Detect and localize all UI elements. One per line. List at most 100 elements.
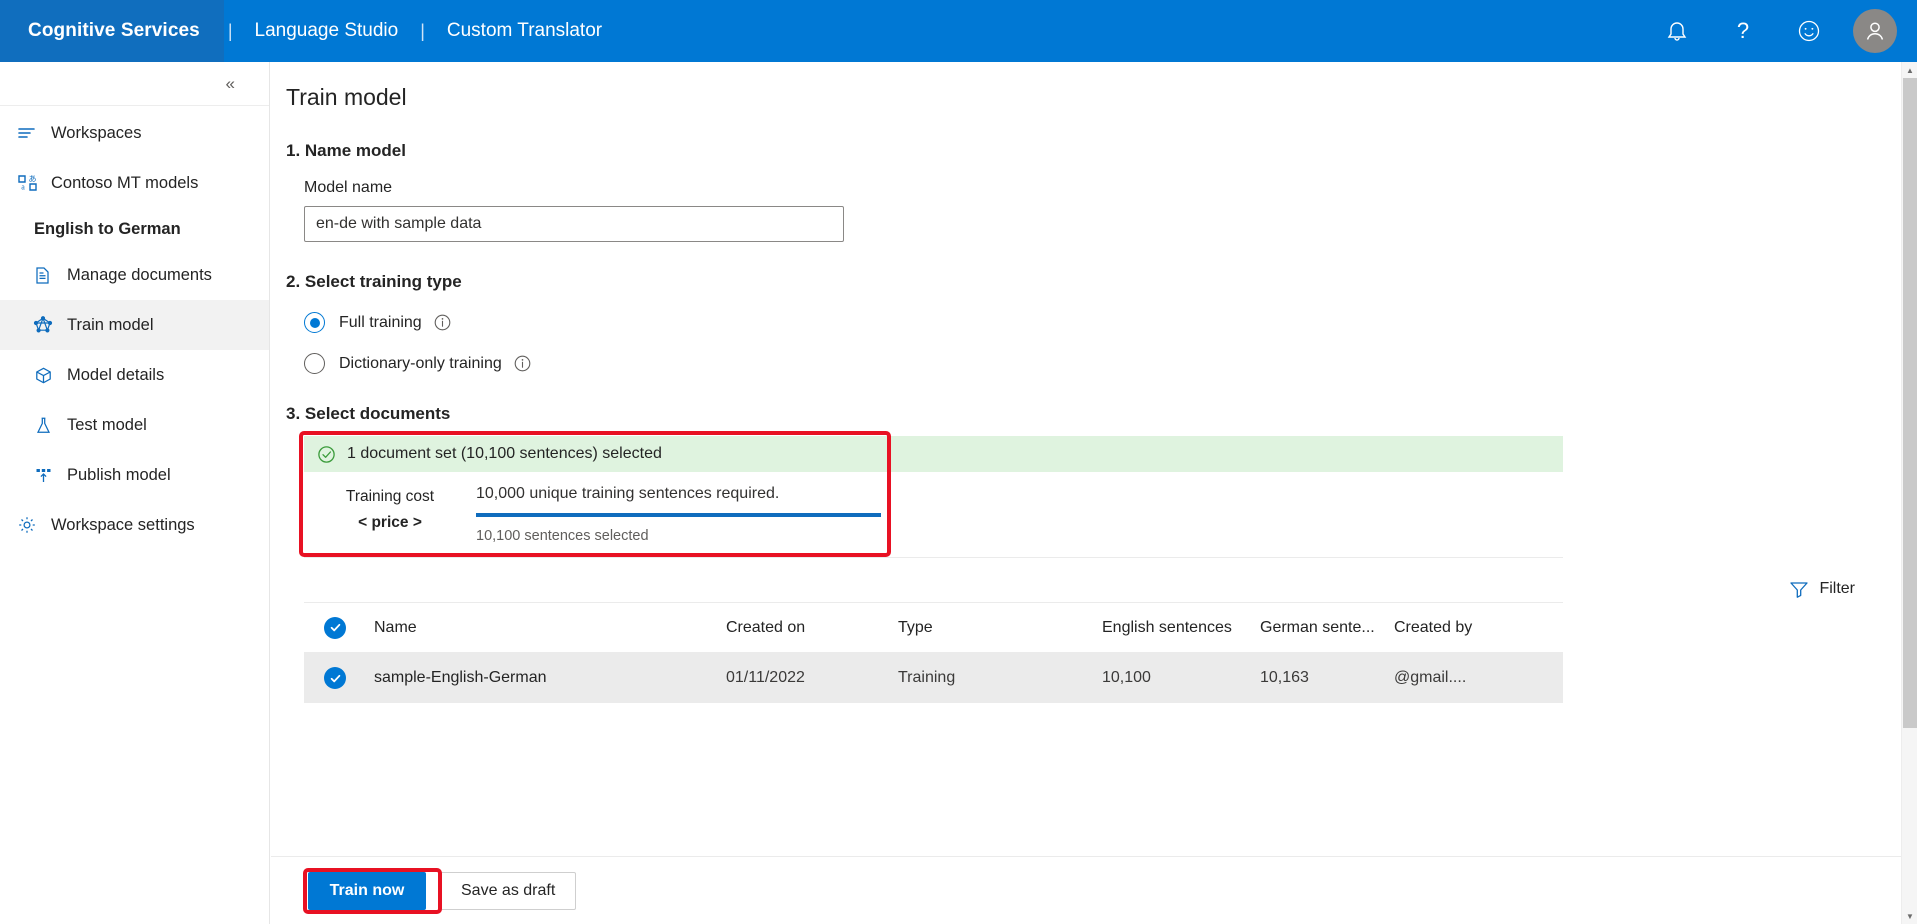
nav-separator-2: | (420, 20, 425, 41)
sidebar-item-test-model[interactable]: Test model (0, 400, 269, 450)
selection-status-banner: 1 document set (10,100 sentences) select… (304, 436, 1563, 472)
model-name-input[interactable] (304, 206, 844, 242)
radio-full-training-control[interactable] (304, 312, 325, 333)
top-navigation-bar: Cognitive Services | Language Studio | C… (0, 0, 1917, 62)
svg-text:あ: あ (28, 174, 36, 183)
table-header-row: Name Created on Type English sentences G… (304, 603, 1563, 653)
page-title: Train model (286, 84, 407, 110)
filter-button[interactable]: Filter (1787, 576, 1857, 602)
sidebar-item-model-details[interactable]: Model details (0, 350, 269, 400)
train-icon (26, 315, 60, 335)
column-header-type[interactable]: Type (898, 619, 1102, 637)
sidebar-item-label: Test model (67, 415, 147, 434)
table-row[interactable]: sample-English-German 01/11/2022 Trainin… (304, 653, 1563, 703)
step-2-heading: 2. Select training type (286, 272, 462, 291)
step-3-heading: 3. Select documents (286, 404, 451, 423)
models-icon: a あ (10, 173, 44, 194)
document-icon (26, 266, 60, 285)
sidebar-item-manage-documents[interactable]: Manage documents (0, 250, 269, 300)
sentence-progress-bar (476, 513, 881, 517)
step-1-heading: 1. Name model (286, 141, 406, 160)
sidebar-item-label: Train model (67, 315, 154, 334)
training-cost-block: Training cost < price > (304, 485, 476, 544)
sidebar-item-label: Contoso MT models (51, 173, 199, 192)
brand-cognitive-services[interactable]: Cognitive Services (0, 0, 224, 62)
selection-status-text: 1 document set (10,100 sentences) select… (347, 445, 662, 462)
sidebar-group-label: English to German (34, 219, 181, 238)
row-checkbox[interactable] (304, 667, 366, 689)
sentence-progress-fill (476, 513, 881, 517)
box-icon (26, 366, 60, 385)
sentence-requirement-block: 10,000 unique training sentences require… (476, 485, 1563, 544)
sidebar-item-label: Manage documents (67, 265, 212, 284)
sidebar-group-english-to-german: English to German (0, 208, 269, 250)
check-circle-icon (317, 445, 336, 464)
action-footer: Train now Save as draft (271, 856, 1901, 924)
radio-dictionary-only-control[interactable] (304, 353, 325, 374)
scroll-down-arrow[interactable]: ▼ (1902, 908, 1917, 924)
main-content: Train model 1. Name model Model name 2. … (271, 62, 1901, 924)
page-scrollbar[interactable]: ▲ ▼ (1901, 62, 1917, 924)
training-cost-panel: Training cost < price > 10,000 unique tr… (304, 472, 1563, 558)
document-selection-summary: 1 document set (10,100 sentences) select… (299, 431, 1563, 558)
sidebar-item-train-model[interactable]: Train model (0, 300, 269, 350)
brand-label: Cognitive Services (28, 20, 200, 41)
nav-link-language-studio[interactable]: Language Studio (237, 20, 417, 42)
publish-icon (26, 466, 60, 485)
documents-table: Name Created on Type English sentences G… (304, 602, 1563, 703)
radio-dictionary-only-training[interactable]: Dictionary-only training (271, 353, 1901, 374)
sentence-requirement-text: 10,000 unique training sentences require… (476, 485, 780, 502)
cell-name: sample-English-German (374, 669, 547, 686)
checkbox-checked-icon (324, 616, 346, 639)
filter-bar: Filter (271, 576, 1901, 602)
sidebar-item-label: Publish model (67, 465, 171, 484)
nav-link-custom-translator[interactable]: Custom Translator (429, 20, 620, 42)
sidebar-item-workspace-settings[interactable]: Workspace settings (0, 500, 269, 550)
collapse-sidebar-button[interactable]: « (226, 75, 235, 92)
column-header-name[interactable]: Name (366, 619, 726, 637)
cell-created-by: @gmail.... (1394, 669, 1467, 686)
sidebar: « Workspaces a あ Contoso MT models Engli… (0, 62, 270, 924)
flask-icon (26, 416, 60, 435)
sentences-selected-text: 10,100 sentences selected (476, 528, 649, 544)
sidebar-item-publish-model[interactable]: Publish model (0, 450, 269, 500)
sidebar-item-contoso-mt-models[interactable]: a あ Contoso MT models (0, 158, 269, 208)
training-cost-label: Training cost (345, 488, 435, 505)
info-icon[interactable] (434, 314, 451, 331)
sidebar-item-workspaces[interactable]: Workspaces (0, 108, 269, 158)
info-icon[interactable] (514, 355, 531, 372)
save-as-draft-button[interactable]: Save as draft (440, 871, 577, 910)
cell-english-sentences: 10,100 (1102, 669, 1151, 686)
select-all-checkbox[interactable] (304, 616, 366, 639)
column-header-english-sentences[interactable]: English sentences (1102, 619, 1260, 637)
feedback-icon[interactable] (1787, 9, 1831, 53)
nav-separator-1: | (227, 20, 233, 41)
bell-icon[interactable] (1655, 9, 1699, 53)
column-header-created-by[interactable]: Created by (1394, 619, 1554, 637)
cell-created-on: 01/11/2022 (726, 669, 805, 686)
training-cost-value: < price > (358, 514, 422, 531)
gear-icon (10, 515, 44, 535)
scrollbar-thumb[interactable] (1903, 78, 1917, 728)
cell-german-sentences: 10,163 (1260, 669, 1309, 686)
svg-text:a: a (21, 182, 25, 191)
sidebar-item-label: Model details (67, 365, 165, 384)
train-now-button[interactable]: Train now (308, 871, 426, 910)
filter-icon (1789, 580, 1809, 598)
checkbox-checked-icon (324, 667, 346, 689)
help-icon[interactable]: ? (1721, 9, 1765, 53)
svg-text:?: ? (1737, 19, 1749, 43)
radio-full-training[interactable]: Full training (271, 312, 1901, 333)
account-avatar[interactable] (1853, 9, 1897, 53)
filter-label: Filter (1819, 580, 1855, 597)
column-header-german-sentences[interactable]: German sente... (1260, 619, 1394, 637)
sidebar-collapse-row: « (0, 62, 269, 106)
model-name-label: Model name (304, 179, 393, 196)
sidebar-item-label: Workspace settings (51, 515, 195, 534)
scroll-up-arrow[interactable]: ▲ (1902, 62, 1917, 78)
cell-type: Training (898, 669, 956, 686)
topbar-actions: ? (1655, 9, 1917, 53)
radio-full-training-label: Full training (339, 313, 422, 331)
column-header-created-on[interactable]: Created on (726, 619, 898, 637)
radio-dictionary-only-label: Dictionary-only training (339, 354, 502, 372)
